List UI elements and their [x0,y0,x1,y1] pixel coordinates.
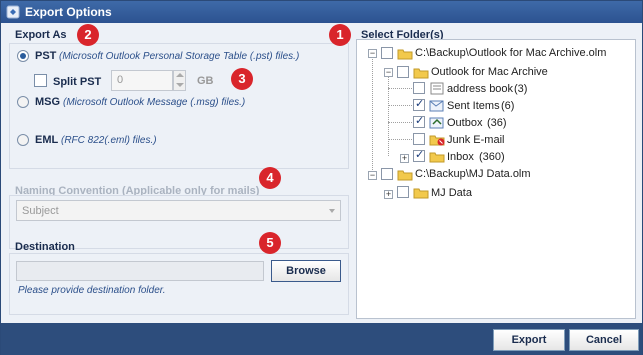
collapse-icon[interactable]: − [368,49,377,58]
window-title: Export Options [25,5,112,19]
collapse-icon[interactable]: − [368,171,377,180]
tree-node-label[interactable]: Inbox [447,151,474,163]
chevron-down-icon[interactable] [329,209,335,213]
msg-label: MSG [35,96,61,108]
split-pst-label: Split PST [53,76,102,88]
tree-node-label[interactable]: C:\Backup\Outlook for Mac Archive.olm [415,47,606,59]
expand-icon[interactable]: + [400,154,409,163]
expand-icon[interactable]: + [384,190,393,199]
export-button[interactable]: Export [493,329,565,351]
annotation-badge-1: 1 [329,24,351,46]
export-options-window: Export Options Export As PST (Microsoft … [0,0,643,355]
msg-radio[interactable] [17,96,29,108]
annotation-badge-5: 5 [259,232,281,254]
tree-node-label[interactable]: address book [447,83,513,95]
split-pst-checkbox[interactable] [34,74,47,87]
tree-checkbox[interactable] [413,133,425,145]
annotation-badge-3: 3 [231,68,253,90]
tree-node-count: (3) [514,83,528,95]
browse-button[interactable]: Browse [271,260,341,282]
eml-label: EML [35,134,59,146]
export-as-title: Export As [15,29,67,41]
split-size-input[interactable]: 0 [111,70,173,91]
annotation-badge-4: 4 [259,167,281,189]
app-icon [6,5,20,19]
tree-node-label[interactable]: MJ Data [431,187,472,199]
destination-title: Destination [15,241,75,253]
folder-icon [413,188,429,199]
destination-hint: Please provide destination folder. [18,285,166,296]
tree-checkbox[interactable] [381,47,393,59]
pst-label: PST [35,50,57,62]
tree-line [388,88,412,89]
destination-input[interactable] [16,261,264,281]
tree-checkbox[interactable] [413,114,425,128]
tree-node-label[interactable]: Sent Items [447,100,500,112]
olm-file-icon [397,49,413,60]
pst-radio[interactable] [17,50,29,62]
cancel-button[interactable]: Cancel [569,329,639,351]
msg-description: (Microsoft Outlook Message (.msg) files.… [63,97,246,108]
spinner-up-icon[interactable] [176,73,184,77]
tree-line [388,70,389,156]
tree-checkbox[interactable] [413,97,425,111]
spinner-down-icon[interactable] [176,83,184,87]
tree-node-count: (360) [479,151,505,163]
tree-checkbox[interactable] [381,168,393,180]
naming-selected-value: Subject [22,205,59,217]
title-bar: Export Options [1,1,642,23]
junk-mail-icon [429,135,445,146]
tree-node-label[interactable]: Outbox [447,117,482,129]
eml-radio[interactable] [17,134,29,146]
tree-line [388,122,412,123]
tree-checkbox[interactable] [413,82,425,94]
tree-node-count: (6) [501,100,515,112]
split-size-spinner[interactable] [173,70,186,91]
split-size-unit: GB [197,75,214,87]
folder-icon [413,68,429,79]
olm-file-icon [397,170,413,181]
naming-convention-select[interactable]: Subject [16,200,341,221]
tree-node-label[interactable]: Junk E-mail [447,134,504,146]
pst-description: (Microsoft Outlook Personal Storage Tabl… [59,51,300,62]
outbox-icon [429,117,444,129]
tree-node-label[interactable]: C:\Backup\MJ Data.olm [415,168,531,180]
tree-line [372,54,373,174]
address-book-icon [430,82,444,95]
eml-description: (RFC 822(.eml) files.) [61,135,157,146]
split-size-value: 0 [117,74,124,86]
tree-line [388,105,412,106]
tree-checkbox[interactable] [413,148,425,162]
tree-checkbox[interactable] [397,66,409,78]
inbox-icon [429,152,445,163]
collapse-icon[interactable]: − [384,68,393,77]
tree-node-count: (36) [487,117,507,129]
dialog-footer: Export Cancel [1,323,642,355]
tree-checkbox[interactable] [397,186,409,198]
folder-tree: − C:\Backup\Outlook for Mac Archive.olm … [356,39,636,319]
tree-node-label[interactable]: Outlook for Mac Archive [431,66,548,78]
sent-items-icon [429,100,444,112]
tree-line [388,139,412,140]
annotation-badge-2: 2 [77,24,99,46]
